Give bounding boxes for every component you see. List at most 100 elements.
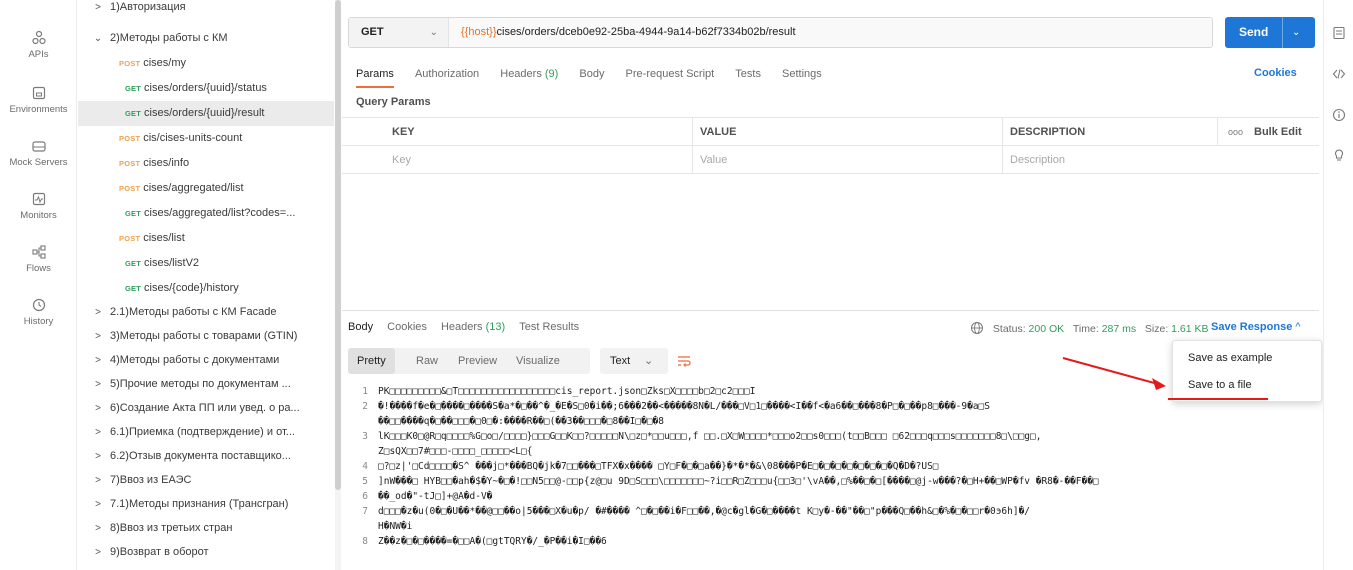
rail-environments[interactable]: Environments: [0, 85, 77, 115]
value-input[interactable]: Value: [700, 146, 727, 174]
status-label: Status:: [992, 323, 1026, 335]
rail-history[interactable]: History: [0, 297, 77, 327]
pane-divider[interactable]: [342, 310, 1319, 311]
send-divider: [1282, 17, 1283, 48]
send-button[interactable]: Send ⌄: [1225, 17, 1315, 48]
tree-folder[interactable]: >7.1)Методы признания (Трансгран): [78, 492, 334, 517]
chevron-right-icon: >: [95, 331, 101, 342]
tree-request[interactable]: GET cises/aggregated/list?codes=...: [78, 201, 334, 226]
table-header-row: KEY VALUE DESCRIPTION ooo Bulk Edit: [342, 118, 1319, 146]
chevron-down-icon: ⌄: [644, 355, 654, 367]
type-select[interactable]: Text ⌄: [600, 348, 668, 374]
description-input[interactable]: Description: [1010, 146, 1065, 174]
format-pretty[interactable]: Pretty: [348, 348, 395, 374]
format-visualize[interactable]: Visualize: [516, 348, 560, 374]
value-header: VALUE: [700, 126, 737, 138]
wrap-lines-icon[interactable]: [676, 354, 692, 368]
tab-params[interactable]: Params: [356, 67, 394, 81]
tree-request[interactable]: POST cis/cises-units-count: [78, 126, 334, 151]
line-number: 1: [362, 386, 368, 397]
tree-request[interactable]: GET cises/listV2: [78, 251, 334, 276]
cookies-link[interactable]: Cookies: [1254, 67, 1297, 79]
tab-response-body[interactable]: Body: [348, 321, 373, 333]
collection-tree: >1)Авторизация ⌄ 2)Методы работы с КМ POS…: [78, 0, 334, 570]
method-badge: GET: [125, 284, 142, 293]
send-label: Send: [1239, 25, 1269, 39]
right-rail: [1323, 0, 1353, 570]
tree-folder[interactable]: >8)Ввоз из третьих стран: [78, 516, 334, 541]
tree-request-label: cises/info: [143, 157, 190, 169]
tree-folder[interactable]: >2.1)Методы работы с КМ Facade: [78, 300, 334, 325]
url-input[interactable]: {{host}}cises/orders/dceb0e92-25ba-4944-…: [461, 18, 796, 47]
tree-request-selected[interactable]: GET cises/orders/{uuid}/result: [78, 101, 334, 126]
tree-request[interactable]: GET cises/{code}/history: [78, 276, 334, 301]
code-line: 4 □?□z|'□Cd□□□□�S^ ���j□*���BQ�jk�7□□���□…: [348, 459, 1318, 474]
tree-request[interactable]: POST cises/my: [78, 51, 334, 76]
tree-request[interactable]: POST cises/list: [78, 226, 334, 251]
tab-response-headers[interactable]: Headers (13): [441, 321, 505, 333]
rail-mock-servers[interactable]: Mock Servers: [0, 138, 77, 168]
line-text: �!����f�e�□����□����S�a*�□��^�_�E�S□0�i�…: [378, 401, 990, 412]
rail-label: APIs: [28, 49, 49, 60]
tree-folder[interactable]: >3)Методы работы с товарами (GTIN): [78, 324, 334, 349]
tree-folder[interactable]: >1)Авторизация: [78, 0, 334, 15]
tab-authorization[interactable]: Authorization: [415, 67, 479, 81]
more-icon[interactable]: ooo: [1228, 118, 1243, 146]
column-divider: [692, 146, 693, 174]
tab-pre-request-script[interactable]: Pre-request Script: [626, 67, 715, 81]
chevron-down-icon: ⌄: [429, 27, 438, 38]
documentation-icon[interactable]: [1332, 26, 1346, 40]
tab-response-cookies[interactable]: Cookies: [387, 321, 427, 333]
column-divider: [1002, 118, 1003, 146]
code-line: 5]nW���□ HYB□□�ah�$�Y~�□�!□□N5□□@-□□p{z@…: [348, 474, 1318, 489]
code-line: 6 ��_od�"-tJ□]+@A�d-V�: [348, 489, 1318, 504]
tree-request[interactable]: POST cises/info: [78, 151, 334, 176]
rail-label: History: [23, 316, 54, 327]
format-preview[interactable]: Preview: [458, 348, 497, 374]
tab-label: Tests: [735, 68, 761, 80]
tree-folder[interactable]: >4)Методы работы с документами: [78, 348, 334, 373]
tree-folder[interactable]: >6)Создание Акта ПП или увед. о ра...: [78, 396, 334, 421]
chevron-right-icon: >: [95, 427, 101, 438]
tree-request[interactable]: POST cises/aggregated/list: [78, 176, 334, 201]
chevron-down-icon[interactable]: ⌄: [1292, 17, 1300, 48]
tree-request[interactable]: GET cises/orders/{uuid}/status: [78, 76, 334, 101]
bulk-edit-button[interactable]: Bulk Edit: [1254, 118, 1302, 146]
lightbulb-icon[interactable]: [1332, 148, 1346, 162]
save-to-file-item[interactable]: Save to a file: [1188, 379, 1252, 391]
tree-folder[interactable]: ⌄ 2)Методы работы с КМ: [78, 26, 334, 51]
tab-tests[interactable]: Tests: [735, 67, 761, 81]
tree-folder-label: 6.1)Приемка (подтверждение) и от...: [110, 426, 295, 438]
tab-test-results[interactable]: Test Results: [519, 321, 579, 333]
tree-folder-label: 5)Прочие методы по документам ...: [110, 378, 291, 390]
tree-folder[interactable]: >6.1)Приемка (подтверждение) и от...: [78, 420, 334, 445]
chevron-right-icon: >: [95, 403, 101, 414]
tree-folder[interactable]: >6.2)Отзыв документа поставщико...: [78, 444, 334, 469]
tab-body[interactable]: Body: [579, 67, 604, 81]
tab-label: Test Results: [519, 321, 580, 333]
column-divider: [1002, 146, 1003, 174]
method-select[interactable]: GET ⌄: [349, 18, 449, 47]
key-input[interactable]: Key: [392, 146, 411, 174]
query-params-title: Query Params: [356, 96, 431, 108]
tree-folder[interactable]: >7)Ввоз из ЕАЭС: [78, 468, 334, 493]
tab-headers[interactable]: Headers (9): [500, 67, 558, 81]
line-text: H�NW�i: [378, 521, 413, 532]
tab-settings[interactable]: Settings: [782, 67, 822, 81]
rail-monitors[interactable]: Monitors: [0, 191, 77, 221]
save-response-button[interactable]: Save Response ^: [1211, 321, 1301, 333]
rail-flows[interactable]: Flows: [0, 244, 77, 274]
tree-folder[interactable]: >5)Прочие методы по документам ...: [78, 372, 334, 397]
response-body[interactable]: 1 PK□□□□□□□□□&□T□□□□□□□□□□□□□□□□□cis_repo…: [348, 384, 1318, 570]
globe-icon[interactable]: [970, 321, 984, 335]
info-icon[interactable]: [1332, 108, 1346, 122]
save-as-example-item[interactable]: Save as example: [1188, 352, 1272, 364]
rail-apis[interactable]: APIs: [0, 30, 77, 60]
tree-folder-label: 2)Методы работы с КМ: [110, 32, 228, 44]
tab-label: Authorization: [414, 68, 480, 80]
request-tabs: Params Authorization Headers (9) Body Pr…: [356, 67, 840, 87]
format-raw[interactable]: Raw: [416, 348, 438, 374]
code-icon[interactable]: [1332, 67, 1346, 81]
tree-folder[interactable]: >9)Возврат в оборот: [78, 540, 334, 565]
tree-scrollbar-thumb[interactable]: [335, 0, 341, 490]
